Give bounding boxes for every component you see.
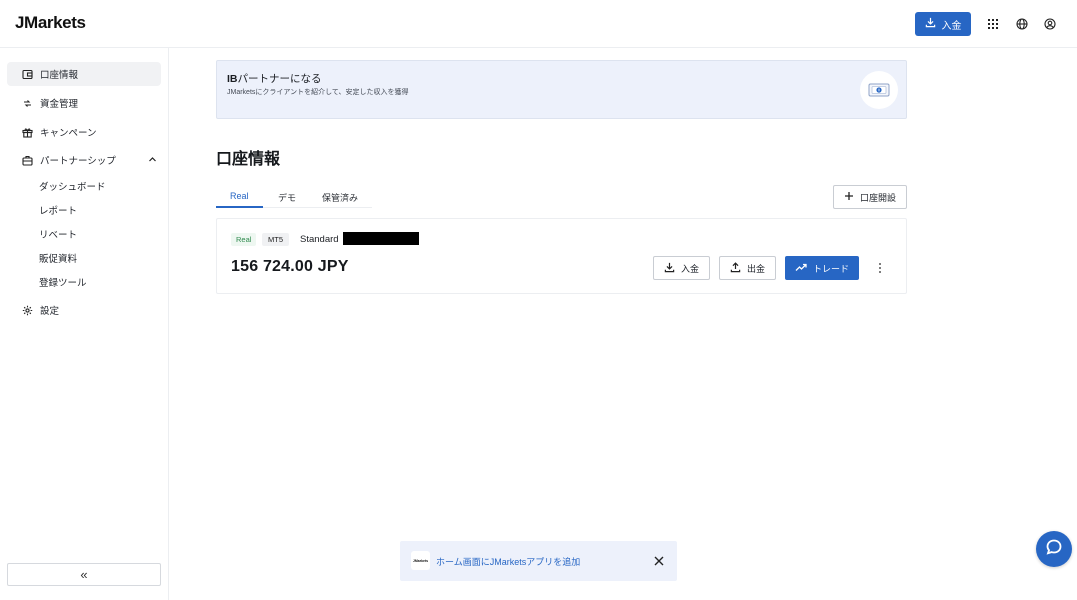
ib-partner-banner[interactable]: IBパートナーになる JMarketsにクライアントを紹介して、安定した収入を獲… bbox=[216, 60, 907, 119]
sidebar-item-label: 資金管理 bbox=[40, 99, 79, 110]
account-card: Real MT5 Standard 156 724.00 JPY 入金 出金 ト… bbox=[216, 218, 907, 294]
open-account-label: 口座開設 bbox=[859, 192, 896, 203]
account-withdraw-button[interactable]: 出金 bbox=[719, 256, 776, 280]
banner-subtitle: JMarketsにクライアントを紹介して、安定した収入を獲得 bbox=[227, 89, 409, 96]
page-title: 口座情報 bbox=[216, 151, 281, 168]
sidebar-item-campaign[interactable]: キャンペーン bbox=[7, 120, 161, 144]
sidebar-subitem-dashboard[interactable]: ダッシュボード bbox=[39, 179, 106, 193]
user-account-icon[interactable] bbox=[1041, 15, 1059, 33]
sidebar-collapse-button[interactable]: « bbox=[7, 563, 161, 586]
platform-badge: MT5 bbox=[262, 233, 289, 246]
chevron-up-icon bbox=[148, 155, 157, 167]
deposit-label: 入金 bbox=[680, 263, 699, 274]
trending-up-icon bbox=[795, 263, 807, 274]
download-icon bbox=[664, 262, 675, 275]
plus-icon bbox=[844, 191, 854, 203]
close-icon[interactable] bbox=[653, 555, 665, 567]
more-options-icon[interactable] bbox=[875, 260, 885, 276]
sidebar-item-label: 設定 bbox=[40, 306, 60, 317]
account-tabs: Real デモ 保管済み bbox=[216, 186, 372, 208]
sidebar-item-label: キャンペーン bbox=[40, 128, 97, 139]
withdraw-label: 出金 bbox=[746, 263, 765, 274]
add-to-homescreen-toast: JMarkets ホーム画面にJMarketsアプリを追加 bbox=[400, 541, 677, 581]
transfer-icon bbox=[22, 98, 33, 109]
sidebar-subitem-promo[interactable]: 販促資料 bbox=[39, 251, 77, 265]
sidebar-item-funds[interactable]: 資金管理 bbox=[7, 91, 161, 115]
tab-archived[interactable]: 保管済み bbox=[322, 191, 358, 204]
account-balance: 156 724.00 JPY bbox=[231, 258, 349, 275]
sidebar-item-partnership[interactable]: パートナーシップ bbox=[7, 148, 161, 172]
chat-support-button[interactable] bbox=[1036, 531, 1072, 567]
globe-icon[interactable] bbox=[1013, 15, 1031, 33]
sidebar-item-label: パートナーシップ bbox=[40, 156, 116, 167]
money-illustration-icon bbox=[860, 71, 898, 109]
wallet-icon bbox=[22, 69, 33, 80]
download-icon bbox=[925, 17, 936, 31]
sidebar-subitem-registration[interactable]: 登録ツール bbox=[39, 275, 87, 289]
active-tab-indicator bbox=[216, 206, 263, 208]
tab-demo[interactable]: デモ bbox=[278, 191, 296, 204]
header-deposit-button[interactable]: 入金 bbox=[915, 12, 971, 36]
open-account-button[interactable]: 口座開設 bbox=[833, 185, 907, 209]
apps-grid-icon[interactable] bbox=[984, 15, 1002, 33]
banner-title: IBパートナーになる bbox=[227, 73, 322, 85]
account-type-badge: Real bbox=[231, 233, 257, 246]
sidebar-subitem-rebate[interactable]: リベート bbox=[39, 227, 77, 241]
tab-real[interactable]: Real bbox=[230, 191, 249, 201]
trade-label: トレード bbox=[812, 263, 849, 274]
top-header: JMarkets 入金 bbox=[0, 0, 1077, 48]
jmarkets-logo[interactable]: JMarkets bbox=[15, 13, 86, 33]
sidebar-item-account-info[interactable]: 口座情報 bbox=[7, 62, 161, 86]
sidebar: 口座情報 資金管理 キャンペーン パートナーシップ ダッシュボード レポート リ… bbox=[0, 48, 169, 600]
sidebar-subitem-report[interactable]: レポート bbox=[39, 203, 77, 217]
redacted-account-number bbox=[343, 232, 419, 245]
toast-add-app-link[interactable]: ホーム画面にJMarketsアプリを追加 bbox=[436, 555, 580, 568]
trade-button[interactable]: トレード bbox=[785, 256, 859, 280]
upload-icon bbox=[730, 261, 741, 275]
header-deposit-label: 入金 bbox=[941, 20, 962, 32]
sidebar-item-settings[interactable]: 設定 bbox=[7, 298, 161, 322]
gear-icon bbox=[22, 305, 33, 316]
account-type-label: Standard bbox=[300, 234, 339, 245]
gift-icon bbox=[22, 127, 33, 138]
sidebar-item-label: 口座情報 bbox=[40, 70, 79, 81]
toast-app-logo: JMarkets bbox=[411, 551, 430, 570]
account-deposit-button[interactable]: 入金 bbox=[653, 256, 710, 280]
chat-bubble-icon bbox=[1045, 538, 1063, 561]
briefcase-icon bbox=[22, 155, 33, 166]
